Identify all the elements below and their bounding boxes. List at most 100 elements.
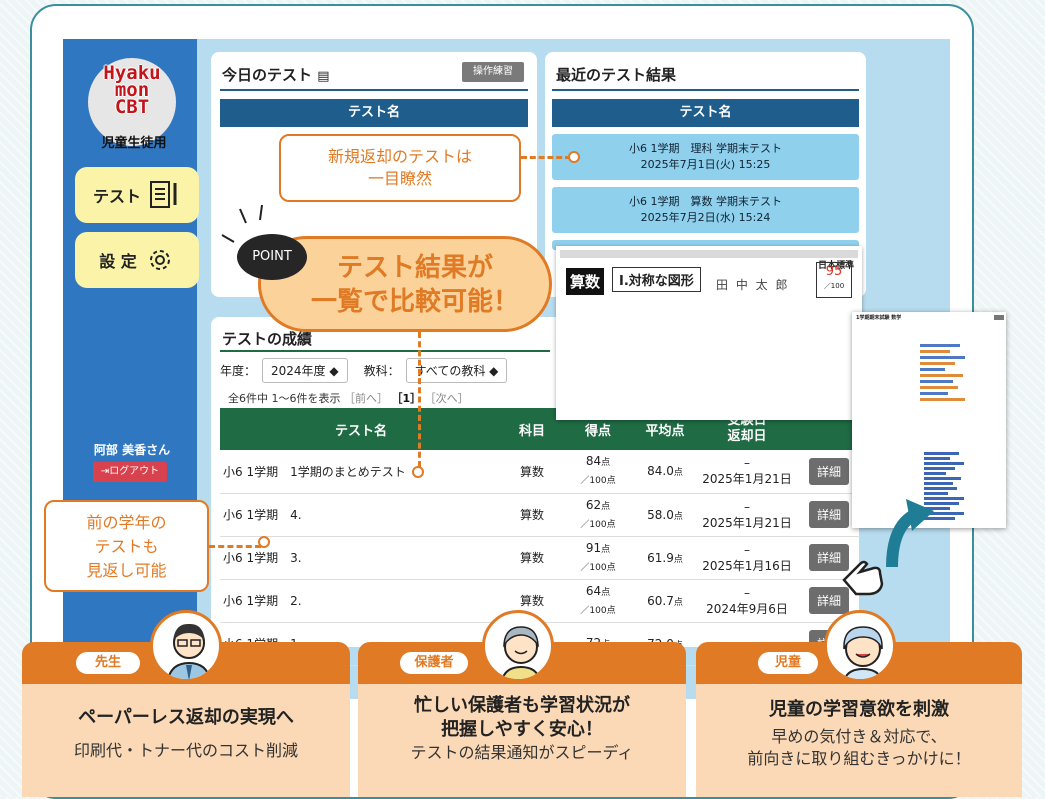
subject-label: 教科： xyxy=(363,364,400,378)
role-tag: 保護者 xyxy=(400,652,468,674)
report-bar xyxy=(924,472,946,475)
callout-new-return: 新規返却のテストは 一目瞭然 xyxy=(279,134,521,202)
role-panel: 児童の学習意欲を刺激 早めの気付き＆対応で、 前向きに取り組むきっかけに！ xyxy=(696,684,1022,797)
result-date: 2025年7月1日(火) 15:25 xyxy=(640,158,771,171)
year-label: 年度： xyxy=(220,364,257,378)
cell-subject: 算数 xyxy=(502,493,562,537)
exam-date: – xyxy=(744,542,750,557)
report-bar xyxy=(924,477,962,480)
col-test-name: テスト名 xyxy=(220,408,502,450)
cell-test-name: 小6 1学期 2. xyxy=(220,579,502,623)
recent-result-item[interactable]: 小6 1学期 算数 学期末テスト 2025年7月2日(水) 15:24 xyxy=(552,187,859,233)
user-name: 阿部 美香さん xyxy=(93,443,171,457)
recent-title: 最近のテスト結果 xyxy=(556,66,677,84)
report-bar xyxy=(924,452,960,455)
score-value: 64 xyxy=(585,583,602,598)
pagination: 全6件中 1〜6件を表示 ［前へ］ ［1］ ［次へ］ xyxy=(228,390,469,406)
filters: 年度： 2024年度 ◆ 教科： すべての教科 ◆ xyxy=(220,358,508,383)
parent-avatar xyxy=(482,610,554,682)
cell-score: 62点 ／100点 xyxy=(562,493,634,537)
cell-score: 84点 ／100点 xyxy=(562,450,634,494)
callout-line: 一目瞭然 xyxy=(367,169,432,188)
role-subtext: テストの結果通知がスピーディ xyxy=(410,743,634,762)
logout-button[interactable]: ⇥ログアウト xyxy=(93,462,167,482)
average-value: 61.9 xyxy=(647,550,674,565)
cell-subject: 算数 xyxy=(502,450,562,494)
average-value: 58.0 xyxy=(647,507,674,522)
cell-detail: 詳細 xyxy=(798,450,860,494)
role-subtext: 前向きに取り組むきっかけに！ xyxy=(747,749,971,768)
return-date: 2025年1月21日 xyxy=(702,472,792,487)
col-subject: 科目 xyxy=(502,408,562,450)
point-line2: 一覧で比較可能！ xyxy=(310,287,519,317)
next-page-link[interactable]: ［次へ］ xyxy=(425,392,469,405)
year-value: 2024年度 xyxy=(271,364,326,378)
practice-button[interactable]: 操作練習 xyxy=(462,62,524,82)
score-unit: 点 xyxy=(601,458,611,469)
result-count: 全6件中 1〜6件を表示 xyxy=(228,392,341,405)
select-arrow-icon: ◆ xyxy=(329,364,339,378)
cell-dates: –2025年1月21日 xyxy=(696,493,798,537)
report-bar xyxy=(920,380,953,383)
report-bar xyxy=(920,368,945,371)
today-title: 今日のテスト ▤ xyxy=(222,64,330,85)
table-row: 小6 1学期 4. 算数 62点 ／100点 58.0点 –2025年1月21日 詳細 xyxy=(220,493,860,537)
cell-detail: 詳細 xyxy=(798,493,860,537)
exam-date: – xyxy=(744,499,750,514)
paper-title: Ⅰ.対称な図形 xyxy=(612,267,701,292)
report-bar xyxy=(924,457,951,460)
nav-settings-button[interactable]: 設 定 xyxy=(75,232,199,288)
result-date: 2025年7月2日(水) 15:24 xyxy=(640,211,771,224)
logo-text: Hyaku mon CBT xyxy=(88,58,176,117)
connector-dot xyxy=(568,151,580,163)
report-bar xyxy=(920,350,950,353)
paper-score-box: 95 ／100 xyxy=(816,262,852,298)
today-column-header: テスト名 xyxy=(220,99,528,127)
score-value: 84 xyxy=(585,454,602,469)
curved-arrow-icon xyxy=(886,499,934,568)
result-test-name: 小6 1学期 理科 学期末テスト xyxy=(629,142,782,155)
callout-line: 前の学年の xyxy=(86,513,167,532)
exam-date: – xyxy=(744,585,750,600)
report-bar xyxy=(920,386,958,389)
connector-dot xyxy=(412,466,424,478)
score-unit: 点 xyxy=(601,501,611,512)
teacher-avatar xyxy=(150,610,222,682)
report-bar xyxy=(924,482,953,485)
point-line1: テスト結果が xyxy=(336,253,493,283)
divider xyxy=(552,89,859,91)
score-unit: 点 xyxy=(601,544,611,555)
paper-header xyxy=(560,250,858,258)
prev-page-link[interactable]: ［前へ］ xyxy=(344,392,388,405)
paper-subject: 算数 xyxy=(566,268,605,295)
pointing-hand-icon xyxy=(842,560,884,596)
logo-subtitle: 児童生徒用 xyxy=(101,136,167,151)
report-bar xyxy=(920,344,960,347)
role-panel: ペーパーレス返却の実現へ 印刷代・トナー代のコスト削減 xyxy=(22,684,350,797)
score-unit: 点 xyxy=(601,587,611,598)
detail-button[interactable]: 詳細 xyxy=(808,457,849,485)
year-select[interactable]: 2024年度 ◆ xyxy=(262,358,348,383)
paper-student-name: 田 中 太 郎 xyxy=(716,278,790,292)
score-value: 91 xyxy=(585,540,602,555)
detail-button[interactable]: 詳細 xyxy=(808,501,849,528)
report-bar xyxy=(920,392,948,395)
gear-icon xyxy=(149,250,170,270)
report-preview-image: 1学期期末試験 数学 xyxy=(852,312,1006,528)
score-value: 62 xyxy=(585,497,602,512)
current-page: ［1］ xyxy=(391,392,422,405)
average-unit: 点 xyxy=(673,597,683,608)
today-title-text: 今日のテスト xyxy=(222,66,313,84)
cell-average: 60.7点 xyxy=(634,579,696,623)
connector-line xyxy=(521,156,571,159)
recent-result-item[interactable]: 小6 1学期 理科 学期末テスト 2025年7月1日(火) 15:25 xyxy=(552,134,859,180)
role-subtext: 印刷代・トナー代のコスト削減 xyxy=(73,741,298,760)
recent-column-header: テスト名 xyxy=(552,99,859,127)
nav-test-button[interactable]: テスト xyxy=(75,167,199,223)
divider xyxy=(220,350,550,352)
cell-dates: –2025年1月21日 xyxy=(696,450,798,494)
cell-average: 58.0点 xyxy=(634,493,696,537)
logout-label: ログアウト xyxy=(109,466,160,477)
return-date: 2024年9月6日 xyxy=(706,601,788,616)
role-tag: 児童 xyxy=(758,652,818,674)
